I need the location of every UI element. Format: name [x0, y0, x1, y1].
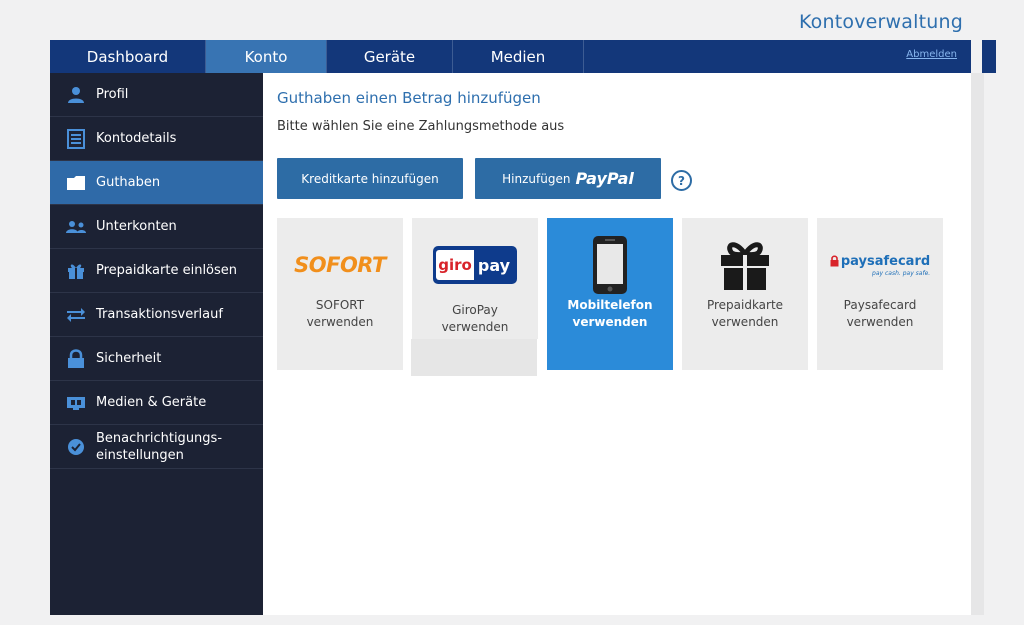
sidebar-item-medien-geraete[interactable]: Medien & Geräte [50, 381, 263, 425]
media-device-icon [66, 393, 86, 413]
method-tile-sofort[interactable]: SOFORT SOFORT verwenden [277, 218, 403, 370]
sidebar-item-profil[interactable]: Profil [50, 73, 263, 117]
add-credit-card-button[interactable]: Kreditkarte hinzufügen [277, 158, 463, 199]
sidebar-item-label: Profil [96, 87, 129, 102]
sidebar-item-kontodetails[interactable]: Kontodetails [50, 117, 263, 161]
method-tile-mobiltelefon[interactable]: Mobiltelefon verwenden [547, 218, 673, 370]
method-label: Mobiltelefon verwenden [567, 298, 653, 329]
logout-link[interactable]: Abmelden [906, 49, 957, 60]
badge-check-icon [66, 437, 86, 457]
sidebar-item-sicherheit[interactable]: Sicherheit [50, 337, 263, 381]
right-edge-strip [982, 40, 996, 73]
sidebar-item-label: Guthaben [96, 175, 161, 190]
gift-icon [66, 261, 86, 281]
method-label: Paysafecard verwenden [843, 298, 917, 329]
sidebar-item-label: Sicherheit [96, 351, 162, 366]
top-navigation: Dashboard Konto Geräte Medien Abmelden [50, 40, 971, 73]
lock-icon [66, 348, 86, 369]
sidebar-item-label: Medien & Geräte [96, 395, 207, 410]
sidebar-item-unterkonten[interactable]: Unterkonten [50, 205, 263, 249]
sidebar-item-guthaben[interactable]: Guthaben [50, 161, 263, 205]
sidebar-item-transaktionsverlauf[interactable]: Transaktionsverlauf [50, 293, 263, 337]
method-tile-paysafecard[interactable]: paysafecard pay cash. pay safe. Paysafec… [817, 218, 943, 370]
section-heading: Guthaben einen Betrag hinzufügen [277, 89, 541, 107]
method-tile-giropay[interactable]: giro pay GiroPay verwenden [412, 218, 538, 339]
sidebar-item-label: Transaktionsverlauf [96, 307, 223, 322]
help-icon[interactable]: ? [671, 170, 692, 191]
paypal-button-label: Hinzufügen [502, 171, 571, 186]
tab-geraete[interactable]: Geräte [327, 40, 453, 73]
sidebar-item-label: Unterkonten [96, 219, 177, 234]
wallet-icon [66, 173, 86, 193]
main-content: Guthaben einen Betrag hinzufügen Bitte w… [276, 73, 971, 615]
sidebar: Profil Kontodetails Guthaben Unterkonten… [50, 73, 263, 615]
sidebar-item-label: Prepaidkarte einlösen [96, 263, 238, 278]
giropay-tile-footer [411, 339, 537, 376]
account-app: Dashboard Konto Geräte Medien Abmelden P… [50, 40, 971, 615]
tab-medien[interactable]: Medien [453, 40, 584, 73]
sidebar-item-prepaidkarte[interactable]: Prepaidkarte einlösen [50, 249, 263, 293]
mobile-phone-icon [547, 230, 673, 300]
method-label: GiroPay verwenden [441, 303, 509, 334]
sidebar-item-label: Kontodetails [96, 131, 177, 146]
method-label: SOFORT verwenden [306, 298, 374, 329]
paysafecard-logo: paysafecard pay cash. pay safe. [817, 230, 943, 300]
add-paypal-button[interactable]: Hinzufügen PayPal [475, 158, 661, 199]
giropay-logo: giro pay [412, 230, 538, 300]
method-tile-prepaidkarte[interactable]: Prepaidkarte verwenden [682, 218, 808, 370]
sidebar-item-benachrichtigungen[interactable]: Benachrichtigungs-einstellungen [50, 425, 263, 469]
paypal-logo: PayPal [575, 169, 634, 188]
tab-dashboard[interactable]: Dashboard [50, 40, 206, 73]
user-icon [66, 85, 86, 105]
sidebar-item-label: Benachrichtigungs-einstellungen [96, 430, 223, 463]
method-label: Prepaidkarte verwenden [706, 298, 784, 329]
document-icon [66, 128, 86, 149]
tab-konto[interactable]: Konto [206, 40, 327, 73]
gift-box-icon [682, 230, 808, 300]
page-title: Kontoverwaltung [798, 11, 963, 33]
section-subheading: Bitte wählen Sie eine Zahlungsmethode au… [277, 119, 565, 134]
users-icon [66, 217, 86, 237]
right-edge-panel [970, 73, 984, 615]
swap-arrows-icon [66, 305, 86, 325]
paysafecard-lock-icon [830, 255, 839, 267]
sofort-logo: SOFORT [294, 253, 386, 277]
